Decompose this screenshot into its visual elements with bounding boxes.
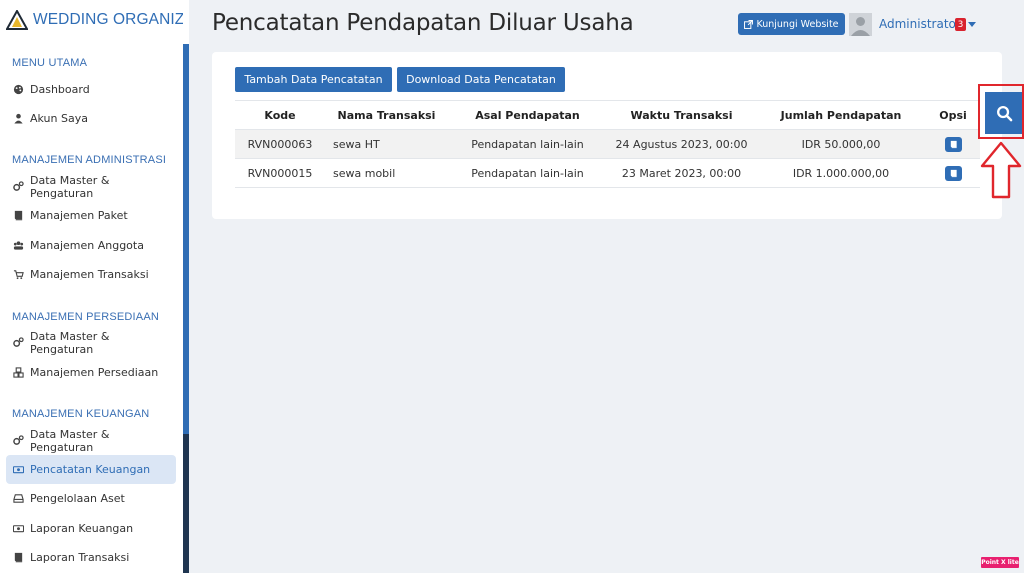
visit-website-button[interactable]: Kunjungi Website [738, 13, 845, 35]
book-icon [950, 140, 957, 148]
add-record-button[interactable]: Tambah Data Pencatatan [235, 67, 392, 92]
cogs-icon [11, 181, 25, 193]
records-table: Kode Nama Transaksi Asal Pendapatan Wakt… [235, 100, 980, 188]
sidebar-item-label: Laporan Transaksi [30, 551, 130, 564]
table-header-row: Kode Nama Transaksi Asal Pendapatan Wakt… [235, 100, 980, 130]
avatar-placeholder-icon [849, 13, 872, 36]
sidebar-item-label: Laporan Keuangan [30, 522, 134, 535]
cell-jumlah: IDR 50.000,00 [756, 129, 926, 159]
sidebar-scrollbar-thumb[interactable] [183, 434, 189, 573]
sidebar-item-akun-saya[interactable]: Akun Saya [6, 104, 176, 133]
column-header-jumlah-pendapatan[interactable]: Jumlah Pendapatan [756, 100, 926, 130]
book-icon [11, 210, 25, 222]
watermark-badge: Point X lite [981, 557, 1019, 568]
sidebar-item-manajemen-persediaan[interactable]: Manajemen Persediaan [6, 358, 176, 387]
sidebar-item-label: Manajemen Anggota [30, 239, 144, 252]
sidebar-item-laporan-transaksi[interactable]: Laporan Transaksi [6, 543, 176, 572]
sidebar-item-label: Manajemen Paket [30, 209, 128, 222]
detail-button[interactable] [944, 136, 962, 152]
book-icon [11, 552, 25, 564]
sidebar-item-manajemen-paket[interactable]: Manajemen Paket [6, 201, 176, 230]
palette-icon [11, 84, 25, 96]
cell-nama: sewa mobil [325, 158, 448, 188]
brand[interactable]: WEDDING ORGANIZER [6, 9, 183, 31]
menu-section-title: MENU UTAMA [12, 57, 88, 69]
money-icon [11, 464, 25, 476]
table-row: RVN000015 sewa mobil Pendapatan lain-lai… [235, 158, 980, 188]
sidebar-item-label: Dashboard [30, 83, 90, 96]
column-header-asal-pendapatan[interactable]: Asal Pendapatan [448, 100, 607, 130]
sidebar-item-pengelolaan-aset[interactable]: Pengelolaan Aset [6, 484, 176, 513]
menu-section-title: MANAJEMEN PERSEDIAAN [12, 311, 160, 323]
cart-icon [11, 269, 25, 281]
menu-section-title: MANAJEMEN KEUANGAN [12, 408, 150, 420]
sidebar-item-manajemen-transaksi[interactable]: Manajemen Transaksi [6, 260, 176, 289]
brand-logo-icon [6, 10, 28, 30]
cell-nama: sewa HT [325, 129, 448, 159]
content-card: Tambah Data Pencatatan Download Data Pen… [212, 52, 1002, 219]
money-icon [11, 523, 25, 535]
book-icon [950, 169, 957, 177]
sidebar-item-data-master-admin[interactable]: Data Master & Pengaturan [6, 172, 176, 201]
external-link-icon [744, 19, 754, 29]
user-menu-name[interactable]: Administrator [879, 17, 961, 31]
chevron-down-icon[interactable] [968, 22, 976, 27]
sidebar-item-label: Data Master & Pengaturan [30, 173, 110, 200]
menu-section-title: MANAJEMEN ADMINISTRASI [12, 154, 167, 166]
sidebar-item-label: Manajemen Transaksi [30, 268, 149, 281]
arrow-up-icon [980, 141, 1022, 199]
sidebar: WEDDING ORGANIZER MENU UTAMA Dashboard A… [0, 0, 189, 573]
cell-asal: Pendapatan lain-lain [448, 129, 607, 159]
column-header-kode[interactable]: Kode [235, 100, 325, 130]
sidebar-item-label: Manajemen Persediaan [30, 366, 159, 379]
sidebar-item-pencatatan-keuangan[interactable]: Pencatatan Keuangan [6, 455, 176, 484]
column-header-waktu-transaksi[interactable]: Waktu Transaksi [607, 100, 756, 130]
sidebar-item-label: Pengelolaan Aset [30, 492, 125, 505]
detail-button[interactable] [944, 165, 962, 181]
cogs-icon [11, 337, 25, 349]
hdd-icon [11, 493, 25, 505]
notification-badge: 3 [955, 18, 966, 31]
sidebar-scrollbar[interactable] [183, 44, 189, 573]
cell-asal: Pendapatan lain-lain [448, 158, 607, 188]
users-icon [11, 240, 25, 252]
sidebar-item-laporan-keuangan[interactable]: Laporan Keuangan [6, 514, 176, 543]
table-row: RVN000063 sewa HT Pendapatan lain-lain 2… [235, 129, 980, 159]
sidebar-item-manajemen-anggota[interactable]: Manajemen Anggota [6, 231, 176, 260]
sidebar-item-label: Data Master & Pengaturan [30, 427, 110, 454]
cell-waktu: 24 Agustus 2023, 00:00 [607, 129, 756, 159]
cell-kode: RVN000015 [235, 158, 325, 188]
page-title: Pencatatan Pendapatan Diluar Usaha [212, 10, 634, 36]
sidebar-item-dashboard[interactable]: Dashboard [6, 75, 176, 104]
sidebar-item-data-master-persediaan[interactable]: Data Master & Pengaturan [6, 328, 176, 357]
cell-jumlah: IDR 1.000.000,00 [756, 158, 926, 188]
column-header-opsi: Opsi [926, 100, 980, 130]
sidebar-item-data-master-keuangan[interactable]: Data Master & Pengaturan [6, 426, 176, 455]
column-header-nama-transaksi[interactable]: Nama Transaksi [325, 100, 448, 130]
sidebar-item-label: Pencatatan Keuangan [30, 463, 151, 476]
brand-name: WEDDING ORGANIZER [33, 11, 183, 28]
cogs-icon [11, 435, 25, 447]
visit-website-label: Kunjungi Website [756, 18, 839, 30]
cubes-icon [11, 367, 25, 379]
cell-waktu: 23 Maret 2023, 00:00 [607, 158, 756, 188]
sidebar-item-label: Data Master & Pengaturan [30, 329, 110, 356]
sidebar-item-label: Akun Saya [30, 112, 88, 125]
user-icon [11, 113, 25, 125]
download-records-button[interactable]: Download Data Pencatatan [397, 67, 565, 92]
highlight-box [978, 84, 1024, 139]
cell-opsi [926, 158, 980, 188]
cell-kode: RVN000063 [235, 129, 325, 159]
avatar[interactable] [849, 13, 872, 36]
cell-opsi [926, 129, 980, 159]
